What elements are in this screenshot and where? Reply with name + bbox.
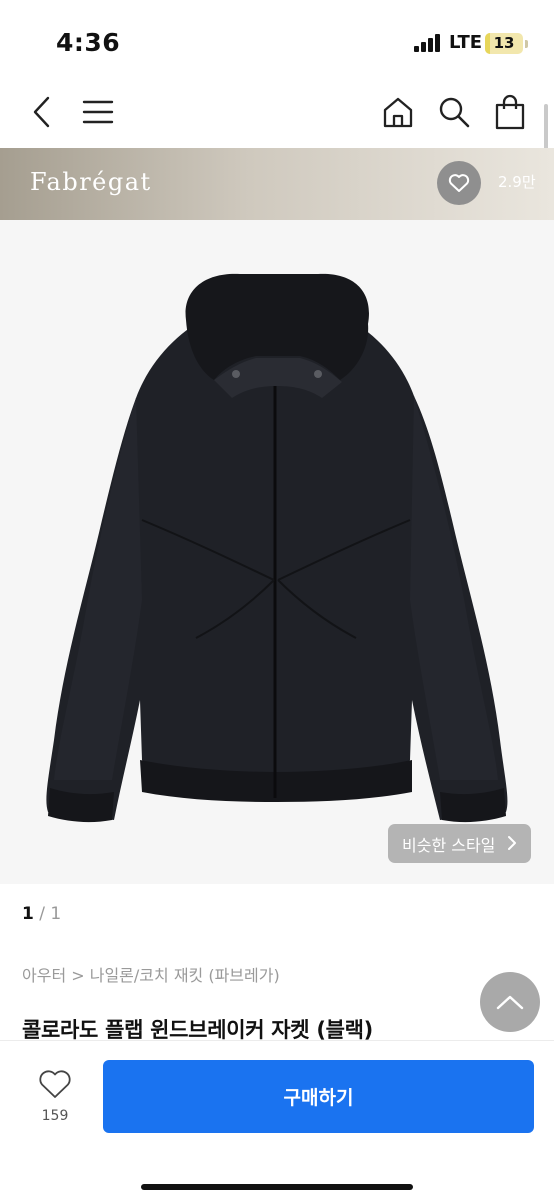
category-breadcrumb[interactable]: 아우터 > 나일론/코치 재킷 (파브레가) xyxy=(22,962,280,986)
heart-icon xyxy=(39,1070,71,1098)
heart-icon xyxy=(448,174,470,192)
hamburger-menu-icon[interactable] xyxy=(78,92,118,132)
battery-icon: 13 xyxy=(485,33,523,54)
battery-level: 13 xyxy=(493,34,515,52)
jacket-image xyxy=(46,273,508,823)
brand-like-count: 2.9만 xyxy=(498,173,536,191)
chevron-up-icon xyxy=(496,995,524,1010)
chevron-right-icon xyxy=(508,836,516,850)
scroll-to-top-button[interactable] xyxy=(480,972,540,1032)
status-bar: 4:36 LTE 13 xyxy=(0,0,554,80)
buy-button[interactable]: 구매하기 xyxy=(103,1060,534,1133)
brand-name[interactable]: Fabrégat xyxy=(30,168,152,196)
search-icon[interactable] xyxy=(434,92,474,132)
status-time: 4:36 xyxy=(56,28,121,57)
brand-like-button[interactable] xyxy=(437,161,481,205)
signal-icon xyxy=(414,34,442,52)
chevron-left-icon[interactable] xyxy=(22,92,62,132)
shopping-bag-icon[interactable] xyxy=(490,92,530,132)
network-label: LTE xyxy=(449,32,483,53)
similar-style-button[interactable]: 비슷한 스타일 xyxy=(388,824,531,863)
top-nav xyxy=(0,80,554,148)
image-page-indicator: 1 / 1 xyxy=(22,904,61,924)
product-image[interactable] xyxy=(0,220,554,884)
current-page: 1 xyxy=(22,904,34,924)
wishlist-count: 159 xyxy=(41,1108,69,1124)
page-separator: / xyxy=(33,904,51,924)
home-indicator xyxy=(141,1184,413,1190)
wishlist-button[interactable]: 159 xyxy=(30,1066,80,1130)
similar-style-label: 비슷한 스타일 xyxy=(402,835,496,855)
home-icon[interactable] xyxy=(378,92,418,132)
total-pages: 1 xyxy=(50,904,62,924)
